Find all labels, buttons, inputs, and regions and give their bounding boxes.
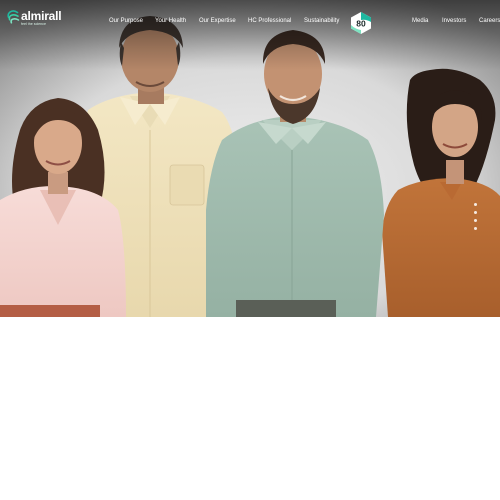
slide-dot-4[interactable]	[474, 227, 477, 230]
nav-hc-professional[interactable]: HC Professional	[248, 17, 291, 25]
site-header: almirall feel the science Our Purpose Yo…	[0, 0, 500, 44]
hero-banner	[0, 0, 500, 317]
slide-dot-1[interactable]	[474, 203, 477, 206]
anniversary-80-badge[interactable]: 80	[349, 11, 373, 35]
brand-name: almirall	[21, 9, 62, 23]
badge-80-label: 80	[356, 19, 366, 29]
nav-investors[interactable]: Investors	[442, 17, 466, 25]
almirall-homepage: almirall feel the science Our Purpose Yo…	[0, 0, 500, 500]
brand-tagline: feel the science	[21, 22, 46, 26]
slide-dot-2[interactable]	[474, 211, 477, 214]
anniversary-80-badge-icon: 80	[351, 12, 371, 34]
nav-your-health[interactable]: Your Health	[155, 17, 186, 25]
nav-media[interactable]: Media	[412, 17, 428, 25]
slide-dot-3[interactable]	[474, 219, 477, 222]
almirall-logo[interactable]: almirall feel the science	[7, 9, 65, 29]
nav-careers[interactable]: Careers	[479, 17, 500, 25]
hero-team-photo	[0, 0, 500, 317]
nav-our-expertise[interactable]: Our Expertise	[199, 17, 236, 25]
nav-sustainability[interactable]: Sustainability	[304, 17, 339, 25]
almirall-logo-icon	[7, 10, 20, 24]
page-content-blank	[0, 317, 500, 500]
hero-slide-indicator	[474, 203, 478, 231]
nav-our-purpose[interactable]: Our Purpose	[109, 17, 143, 25]
